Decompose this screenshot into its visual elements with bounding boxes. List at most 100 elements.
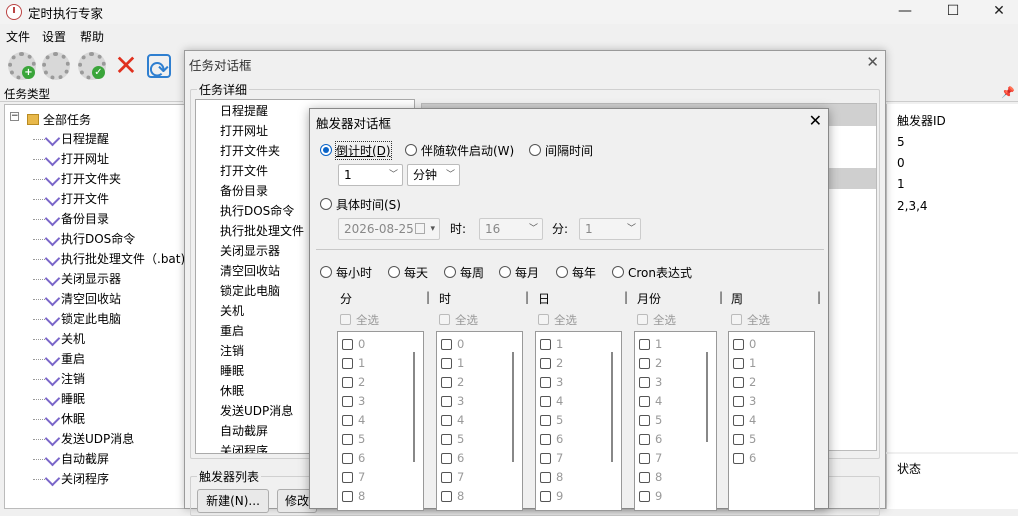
scrollbar-thumb[interactable] — [611, 352, 613, 462]
value-checkbox[interactable] — [733, 377, 744, 388]
value-checkbox[interactable] — [540, 358, 551, 369]
value-checkbox[interactable] — [733, 453, 744, 464]
value-checkbox[interactable] — [639, 472, 650, 483]
task-type-list-item[interactable]: 日程提醒 — [220, 102, 268, 119]
value-listbox[interactable]: 0 1 2 3 4 5 6 7 8 — [436, 331, 523, 511]
menu-settings[interactable]: 设置 — [42, 28, 66, 45]
value-checkbox[interactable] — [639, 377, 650, 388]
tree-item[interactable]: 打开文件夹 — [61, 170, 121, 187]
value-listbox[interactable]: 0 1 2 3 4 5 6 7 8 — [337, 331, 424, 511]
with-software-radio[interactable] — [405, 144, 417, 156]
tree-item[interactable]: 自动截屏 — [61, 450, 109, 467]
scrollbar-thumb[interactable] — [512, 352, 514, 462]
task-dialog-close-button[interactable]: ✕ — [866, 53, 879, 71]
enable-task-button[interactable]: ✓ — [78, 52, 106, 80]
value-checkbox[interactable] — [441, 396, 452, 407]
value-checkbox[interactable] — [342, 415, 353, 426]
task-type-list-item[interactable]: 打开网址 — [220, 122, 268, 139]
freq-cron-label[interactable]: Cron表达式 — [628, 264, 692, 281]
tree-item[interactable]: 重启 — [61, 350, 85, 367]
value-checkbox[interactable] — [639, 358, 650, 369]
select-all-checkbox[interactable] — [340, 314, 351, 325]
value-checkbox[interactable] — [441, 491, 452, 502]
value-checkbox[interactable] — [733, 415, 744, 426]
settings-gear-button[interactable] — [42, 52, 70, 80]
specific-time-label[interactable]: 具体时间(S) — [336, 196, 401, 213]
value-checkbox[interactable] — [441, 415, 452, 426]
value-checkbox[interactable] — [441, 377, 452, 388]
task-type-list-item[interactable]: 休眠 — [220, 382, 244, 399]
menu-file[interactable]: 文件 — [6, 28, 30, 45]
grid-cell[interactable]: 5 — [897, 135, 905, 149]
tree-item[interactable]: 备份目录 — [61, 210, 109, 227]
value-checkbox[interactable] — [540, 472, 551, 483]
freq-yearly-label[interactable]: 每年 — [572, 264, 596, 281]
value-checkbox[interactable] — [733, 358, 744, 369]
value-checkbox[interactable] — [733, 434, 744, 445]
trigger-grid[interactable]: 状态 — [886, 454, 1018, 509]
scrollbar-thumb[interactable] — [706, 352, 708, 442]
minimize-button[interactable]: — — [890, 2, 920, 20]
task-type-list-item[interactable]: 备份目录 — [220, 182, 268, 199]
tree-item[interactable]: 锁定此电脑 — [61, 310, 121, 327]
refresh-icon[interactable]: ⟳ — [147, 54, 171, 84]
value-checkbox[interactable] — [342, 453, 353, 464]
value-checkbox[interactable] — [342, 491, 353, 502]
tree-item[interactable]: 注销 — [61, 370, 85, 387]
task-type-list-item[interactable]: 关闭程序 — [220, 442, 268, 453]
tree-item[interactable]: 清空回收站 — [61, 290, 121, 307]
hour-select[interactable]: 16 ﹀ — [479, 218, 543, 240]
value-checkbox[interactable] — [441, 472, 452, 483]
grid-cell[interactable]: 2,3,4 — [897, 199, 928, 213]
tree-item[interactable]: 关机 — [61, 330, 85, 347]
freq-hourly-radio[interactable] — [320, 266, 332, 278]
value-listbox[interactable]: 1 2 3 4 5 6 7 8 9 — [634, 331, 717, 511]
new-trigger-button[interactable]: 新建(N)... — [197, 489, 269, 513]
value-checkbox[interactable] — [342, 434, 353, 445]
value-checkbox[interactable] — [342, 339, 353, 350]
value-checkbox[interactable] — [540, 415, 551, 426]
freq-monthly-radio[interactable] — [499, 266, 511, 278]
value-checkbox[interactable] — [540, 453, 551, 464]
tree-item[interactable]: 发送UDP消息 — [61, 430, 134, 447]
tree-item[interactable]: 日程提醒 — [61, 130, 109, 147]
value-checkbox[interactable] — [639, 453, 650, 464]
value-checkbox[interactable] — [342, 472, 353, 483]
task-type-tree[interactable]: − 全部任务 日程提醒 打开网址 打开文件夹 打开文件 备份目录 执行DOS命令 执行批处理… — [4, 104, 185, 509]
task-type-list-item[interactable]: 睡眠 — [220, 362, 244, 379]
value-checkbox[interactable] — [639, 434, 650, 445]
freq-monthly-label[interactable]: 每月 — [515, 264, 539, 281]
value-checkbox[interactable] — [639, 396, 650, 407]
countdown-label[interactable]: 倒计时(D) — [335, 141, 392, 160]
value-listbox[interactable]: 1 2 3 4 5 6 7 8 9 — [535, 331, 622, 511]
freq-daily-label[interactable]: 每天 — [404, 264, 428, 281]
task-type-list-item[interactable]: 锁定此电脑 — [220, 282, 280, 299]
task-type-list-item[interactable]: 关闭显示器 — [220, 242, 280, 259]
task-type-list-item[interactable]: 注销 — [220, 342, 244, 359]
value-checkbox[interactable] — [540, 377, 551, 388]
value-checkbox[interactable] — [733, 396, 744, 407]
value-checkbox[interactable] — [733, 339, 744, 350]
value-checkbox[interactable] — [441, 358, 452, 369]
task-type-list-item[interactable]: 打开文件 — [220, 162, 268, 179]
value-listbox[interactable]: 0 1 2 3 4 5 6 — [728, 331, 815, 511]
countdown-value-select[interactable]: 1 ﹀ — [338, 164, 403, 186]
value-checkbox[interactable] — [540, 434, 551, 445]
tree-item[interactable]: 睡眠 — [61, 390, 85, 407]
value-checkbox[interactable] — [342, 396, 353, 407]
minute-select[interactable]: 1 ﹀ — [579, 218, 641, 240]
value-checkbox[interactable] — [441, 339, 452, 350]
value-checkbox[interactable] — [540, 339, 551, 350]
freq-weekly-label[interactable]: 每周 — [460, 264, 484, 281]
select-all-checkbox[interactable] — [731, 314, 742, 325]
add-task-button[interactable]: + — [8, 52, 36, 80]
value-checkbox[interactable] — [540, 491, 551, 502]
menu-help[interactable]: 帮助 — [80, 28, 104, 45]
pin-icon[interactable]: 📌 — [1001, 86, 1015, 99]
value-checkbox[interactable] — [540, 396, 551, 407]
freq-hourly-label[interactable]: 每小时 — [336, 264, 372, 281]
value-checkbox[interactable] — [342, 358, 353, 369]
tree-item[interactable]: 关闭程序 — [61, 470, 109, 487]
task-type-list-item[interactable]: 重启 — [220, 322, 244, 339]
tree-item[interactable]: 执行DOS命令 — [61, 230, 135, 247]
